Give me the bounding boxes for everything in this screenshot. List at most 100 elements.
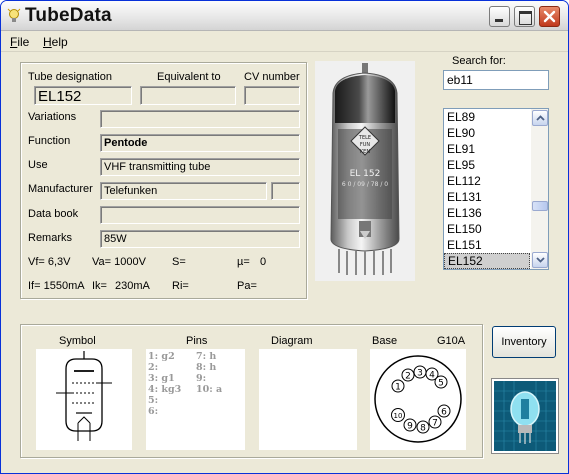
pins-panel: 1: g2 2: 3: g1 4: kg3 5: 6: 7: h 8: h 9: 10: a — [146, 349, 245, 450]
list-item-selected[interactable]: EL152 — [444, 253, 530, 269]
maximize-button[interactable] — [514, 6, 535, 27]
list-item[interactable]: EL91 — [444, 141, 530, 157]
tube-photo: TELE FUN KEN EL 152 6 0 / 09 / 78 / 0 — [315, 61, 415, 281]
tube-listbox[interactable]: EL89 EL90 EL91 EL95 EL112 EL131 EL136 EL… — [443, 108, 549, 270]
tube-list-items: EL89 EL90 EL91 EL95 EL112 EL131 EL136 EL… — [444, 109, 530, 269]
base-type: G10A — [437, 335, 466, 347]
list-item[interactable]: EL89 — [444, 109, 530, 125]
svg-text:3: 3 — [417, 369, 423, 379]
list-item[interactable]: EL151 — [444, 237, 530, 253]
inventory-button[interactable]: Inventory — [492, 326, 556, 358]
diagram-panel — [259, 349, 357, 450]
use-field: VHF transmitting tube — [100, 158, 300, 176]
close-button[interactable] — [539, 6, 560, 27]
designation-field: EL152 — [34, 86, 132, 105]
search-label: Search for: — [452, 55, 506, 67]
svg-text:5: 5 — [438, 379, 444, 389]
symbol-panel — [36, 349, 132, 450]
scroll-thumb[interactable] — [532, 201, 548, 211]
param-ri: Ri= — [172, 280, 189, 292]
pin-1: 1: g2 — [148, 351, 175, 362]
title-bar[interactable]: TubeData — [1, 1, 568, 31]
pins-label: Pins — [186, 335, 208, 347]
svg-text:FUN: FUN — [360, 142, 371, 148]
pin-2: 2: — [148, 362, 159, 373]
chevron-up-icon — [536, 115, 545, 121]
window-title: TubeData — [25, 5, 112, 26]
symbol-label: Symbol — [59, 335, 96, 347]
menu-help[interactable]: Help — [43, 35, 68, 49]
svg-text:8: 8 — [420, 424, 426, 434]
function-field: Pentode — [100, 134, 300, 152]
list-item[interactable]: EL131 — [444, 189, 530, 205]
param-if: If= 1550mA — [28, 280, 85, 292]
base-panel: 1 2 3 4 5 6 7 8 9 10 — [370, 349, 466, 450]
param-ik: Ik= — [92, 280, 107, 292]
svg-text:1: 1 — [395, 383, 401, 393]
svg-text:10: 10 — [394, 412, 403, 420]
svg-text:KEN: KEN — [360, 149, 370, 155]
svg-text:TELE: TELE — [358, 135, 371, 141]
app-window: TubeData File Help Tube designation Equi… — [0, 0, 569, 474]
param-mu: µ= — [237, 256, 250, 268]
svg-text:9: 9 — [407, 422, 413, 432]
pin-9: 9: — [196, 373, 207, 384]
equivalent-field — [140, 86, 236, 105]
designation-label: Tube designation — [28, 71, 112, 83]
function-label: Function — [28, 135, 71, 147]
svg-text:6: 6 — [441, 408, 447, 418]
close-icon — [543, 10, 556, 23]
param-va: Va= 1000V — [92, 256, 146, 268]
base-pinout-diagram: 1 2 3 4 5 6 7 8 9 10 — [374, 355, 462, 443]
list-scrollbar[interactable] — [531, 109, 548, 269]
minimize-button[interactable] — [489, 6, 510, 27]
pin-6: 6: — [148, 406, 159, 417]
pin-8: 8: h — [196, 362, 217, 373]
lightbulb-icon — [7, 8, 21, 22]
manufacturer-field: Telefunken — [100, 182, 267, 200]
equivalent-label: Equivalent to — [157, 71, 221, 83]
scroll-up-button[interactable] — [532, 110, 548, 126]
databook-label: Data book — [28, 208, 79, 220]
pin-5: 5: — [148, 395, 159, 406]
svg-text:4: 4 — [429, 371, 435, 381]
diagram-label: Diagram — [271, 335, 313, 347]
svg-text:2: 2 — [405, 372, 411, 382]
search-input[interactable] — [443, 70, 549, 90]
tube-glass-subtext: 6 0 / 09 / 78 / 0 — [342, 181, 388, 188]
list-item[interactable]: EL95 — [444, 157, 530, 173]
list-item[interactable]: EL112 — [444, 173, 530, 189]
pin-10: 10: a — [196, 384, 223, 395]
scroll-down-button[interactable] — [532, 252, 548, 268]
use-label: Use — [28, 159, 48, 171]
cv-label: CV number — [244, 71, 300, 83]
pin-4: 4: kg3 — [148, 384, 182, 395]
base-label: Base — [372, 335, 398, 347]
param-vf: Vf= 6,3V — [28, 256, 71, 268]
manufacturer-label: Manufacturer — [28, 183, 93, 195]
list-item[interactable]: EL90 — [444, 125, 530, 141]
pentode-symbol — [56, 351, 112, 441]
param-pa: Pa= — [237, 280, 257, 292]
remarks-label: Remarks — [28, 232, 73, 244]
tube-glass-text: EL 152 — [350, 169, 381, 179]
chevron-down-icon — [536, 257, 545, 263]
menu-bar: File Help — [1, 32, 568, 52]
variations-field — [100, 110, 300, 128]
menu-help-label: Help — [43, 35, 68, 49]
param-s: S= — [172, 256, 186, 268]
pin-3: 3: g1 — [148, 373, 175, 384]
menu-file-label: File — [10, 35, 30, 49]
pins-list-left: 1: g2 2: 3: g1 4: kg3 5: 6: — [148, 351, 181, 417]
pins-list-right: 7: h 8: h 9: 10: a — [196, 351, 222, 395]
param-ik-value: 230mA — [115, 280, 150, 292]
remarks-field: 85W — [100, 230, 300, 248]
app-logo — [491, 378, 559, 454]
variations-label: Variations — [28, 111, 77, 123]
list-item[interactable]: EL150 — [444, 221, 530, 237]
svg-text:7: 7 — [432, 419, 438, 429]
databook-field — [100, 206, 300, 224]
pin-7: 7: h — [196, 351, 217, 362]
list-item[interactable]: EL136 — [444, 205, 530, 221]
menu-file[interactable]: File — [10, 35, 29, 49]
